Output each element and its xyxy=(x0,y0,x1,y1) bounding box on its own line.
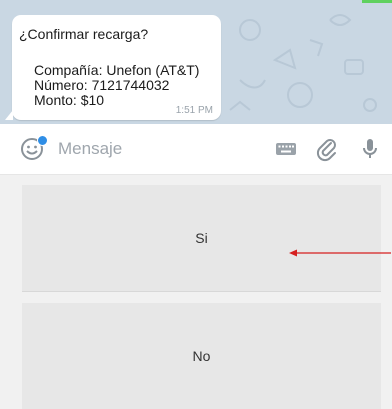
annotation-arrow xyxy=(289,249,391,257)
